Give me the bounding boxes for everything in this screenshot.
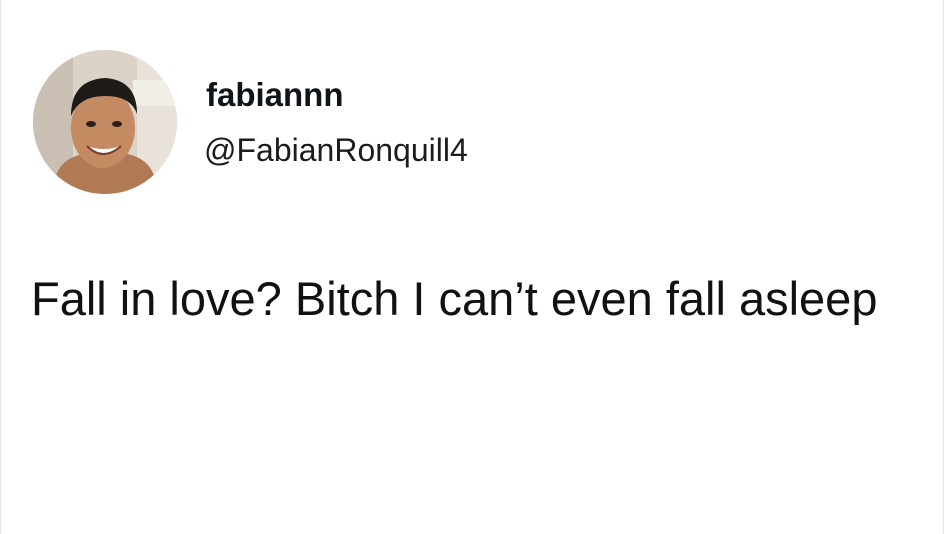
author-handle[interactable]: @FabianRonquill4 [204,134,468,166]
author-display-name[interactable]: fabiannn [206,78,344,111]
tweet-card: fabiannn @FabianRonquill4 Fall in love? … [0,0,944,534]
tweet-text: Fall in love? Bitch I can’t even fall as… [31,272,878,325]
avatar-photo [33,50,177,194]
avatar[interactable] [33,50,177,194]
